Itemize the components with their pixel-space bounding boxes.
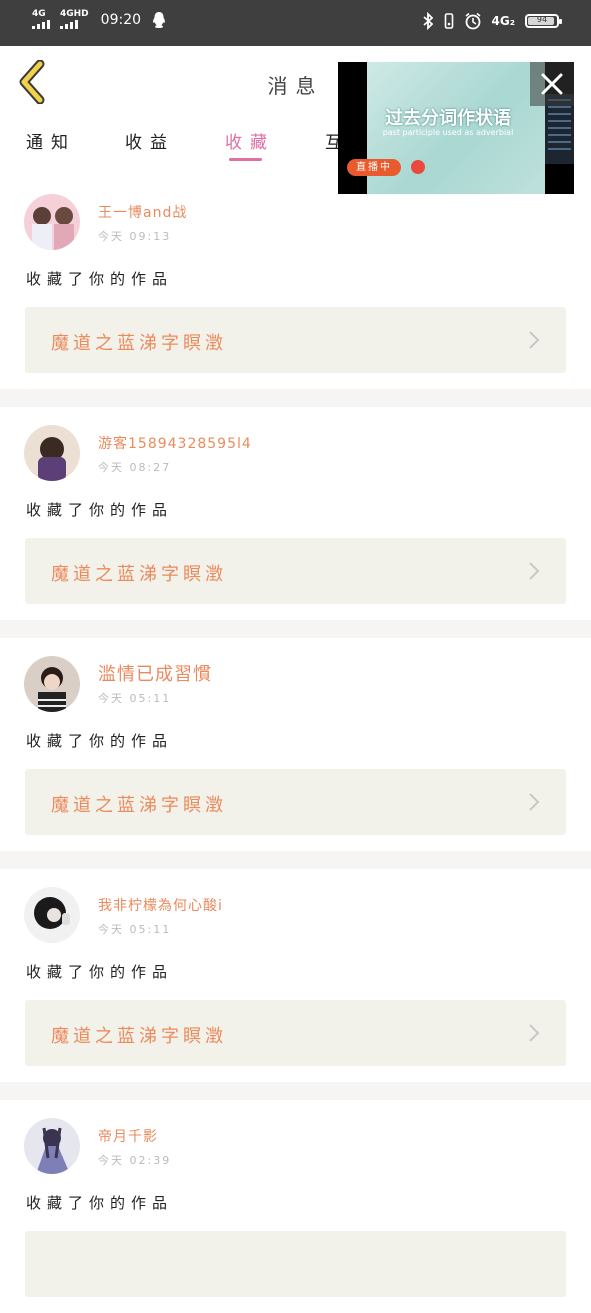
vibrate-icon [444, 13, 453, 29]
chevron-right-icon [529, 331, 540, 349]
live-video-player[interactable]: 过去分词作状语 past participle used as adverbia… [338, 62, 574, 194]
list-item: 帝月千影 今天 02:39 收藏了你的作品 [0, 1100, 591, 1313]
avatar[interactable] [24, 1118, 80, 1174]
active-tab-indicator [229, 158, 262, 161]
alarm-icon [465, 12, 481, 30]
close-icon [541, 73, 563, 95]
video-title: 过去分词作状语 [385, 108, 511, 129]
clock: 09:20 [100, 11, 142, 28]
list-item: 我非柠檬為何心酸i 今天 05:11 收藏了你的作品 魔道之蓝涕字瞑澂 [0, 869, 591, 1082]
username[interactable]: 滥情已成習慣 [98, 660, 212, 686]
favorites-feed: 王一博and战 今天 09:13 收藏了你的作品 魔道之蓝涕字瞑澂 游客1589… [0, 176, 591, 1313]
avatar[interactable] [24, 194, 80, 250]
battery-icon: 94 [525, 14, 562, 28]
bluetooth-icon [422, 12, 433, 30]
action-text: 收藏了你的作品 [26, 270, 174, 288]
username[interactable]: 游客15894328595l4 [98, 433, 252, 453]
sim2-label: 4GHD [60, 9, 89, 19]
avatar[interactable] [24, 425, 80, 481]
action-text: 收藏了你的作品 [26, 732, 174, 750]
timestamp: 今天 05:11 [98, 923, 172, 936]
record-dot-icon [411, 160, 425, 174]
work-link[interactable] [25, 1231, 566, 1297]
list-item: 游客15894328595l4 今天 08:27 收藏了你的作品 魔道之蓝涕字瞑… [0, 407, 591, 620]
action-text: 收藏了你的作品 [26, 1194, 174, 1212]
timestamp: 今天 09:13 [98, 230, 172, 243]
username[interactable]: 帝月千影 [98, 1126, 158, 1146]
list-item: 王一博and战 今天 09:13 收藏了你的作品 魔道之蓝涕字瞑澂 [0, 176, 591, 389]
list-item: 滥情已成習慣 今天 05:11 收藏了你的作品 魔道之蓝涕字瞑澂 [0, 638, 591, 851]
action-text: 收藏了你的作品 [26, 501, 174, 519]
video-subtitle: past participle used as adverbial [382, 128, 514, 137]
tab-favorites[interactable]: 收藏 [225, 128, 275, 153]
tab-earnings[interactable]: 收益 [125, 128, 175, 153]
work-link[interactable]: 魔道之蓝涕字瞑澂 [25, 307, 566, 373]
close-button[interactable] [530, 62, 574, 106]
chevron-right-icon [529, 793, 540, 811]
chevron-right-icon [529, 1024, 540, 1042]
status-bar: 4G 4GHD 09:20 4G₂ 94 [0, 0, 591, 46]
network-type: 4G₂ [491, 14, 515, 28]
username[interactable]: 王一博and战 [98, 202, 187, 222]
timestamp: 今天 08:27 [98, 461, 172, 474]
avatar[interactable] [24, 887, 80, 943]
work-link[interactable]: 魔道之蓝涕字瞑澂 [25, 538, 566, 604]
work-title: 魔道之蓝涕字瞑澂 [51, 333, 227, 354]
timestamp: 今天 02:39 [98, 1154, 172, 1167]
work-title: 魔道之蓝涕字瞑澂 [51, 1026, 227, 1047]
work-title: 魔道之蓝涕字瞑澂 [51, 795, 227, 816]
qq-icon [153, 11, 165, 28]
sim1-signal: 4G [32, 10, 50, 29]
work-title: 魔道之蓝涕字瞑澂 [51, 564, 227, 585]
tab-notifications[interactable]: 通知 [26, 128, 76, 153]
sim2-signal: 4GHD [60, 10, 89, 29]
chevron-right-icon [529, 562, 540, 580]
work-link[interactable]: 魔道之蓝涕字瞑澂 [25, 1000, 566, 1066]
action-text: 收藏了你的作品 [26, 963, 174, 981]
timestamp: 今天 05:11 [98, 692, 172, 705]
avatar[interactable] [24, 656, 80, 712]
live-badge: 直播中 [347, 159, 401, 176]
work-link[interactable]: 魔道之蓝涕字瞑澂 [25, 769, 566, 835]
username[interactable]: 我非柠檬為何心酸i [98, 895, 223, 915]
sim1-label: 4G [32, 9, 46, 19]
battery-level: 94 [536, 15, 548, 24]
